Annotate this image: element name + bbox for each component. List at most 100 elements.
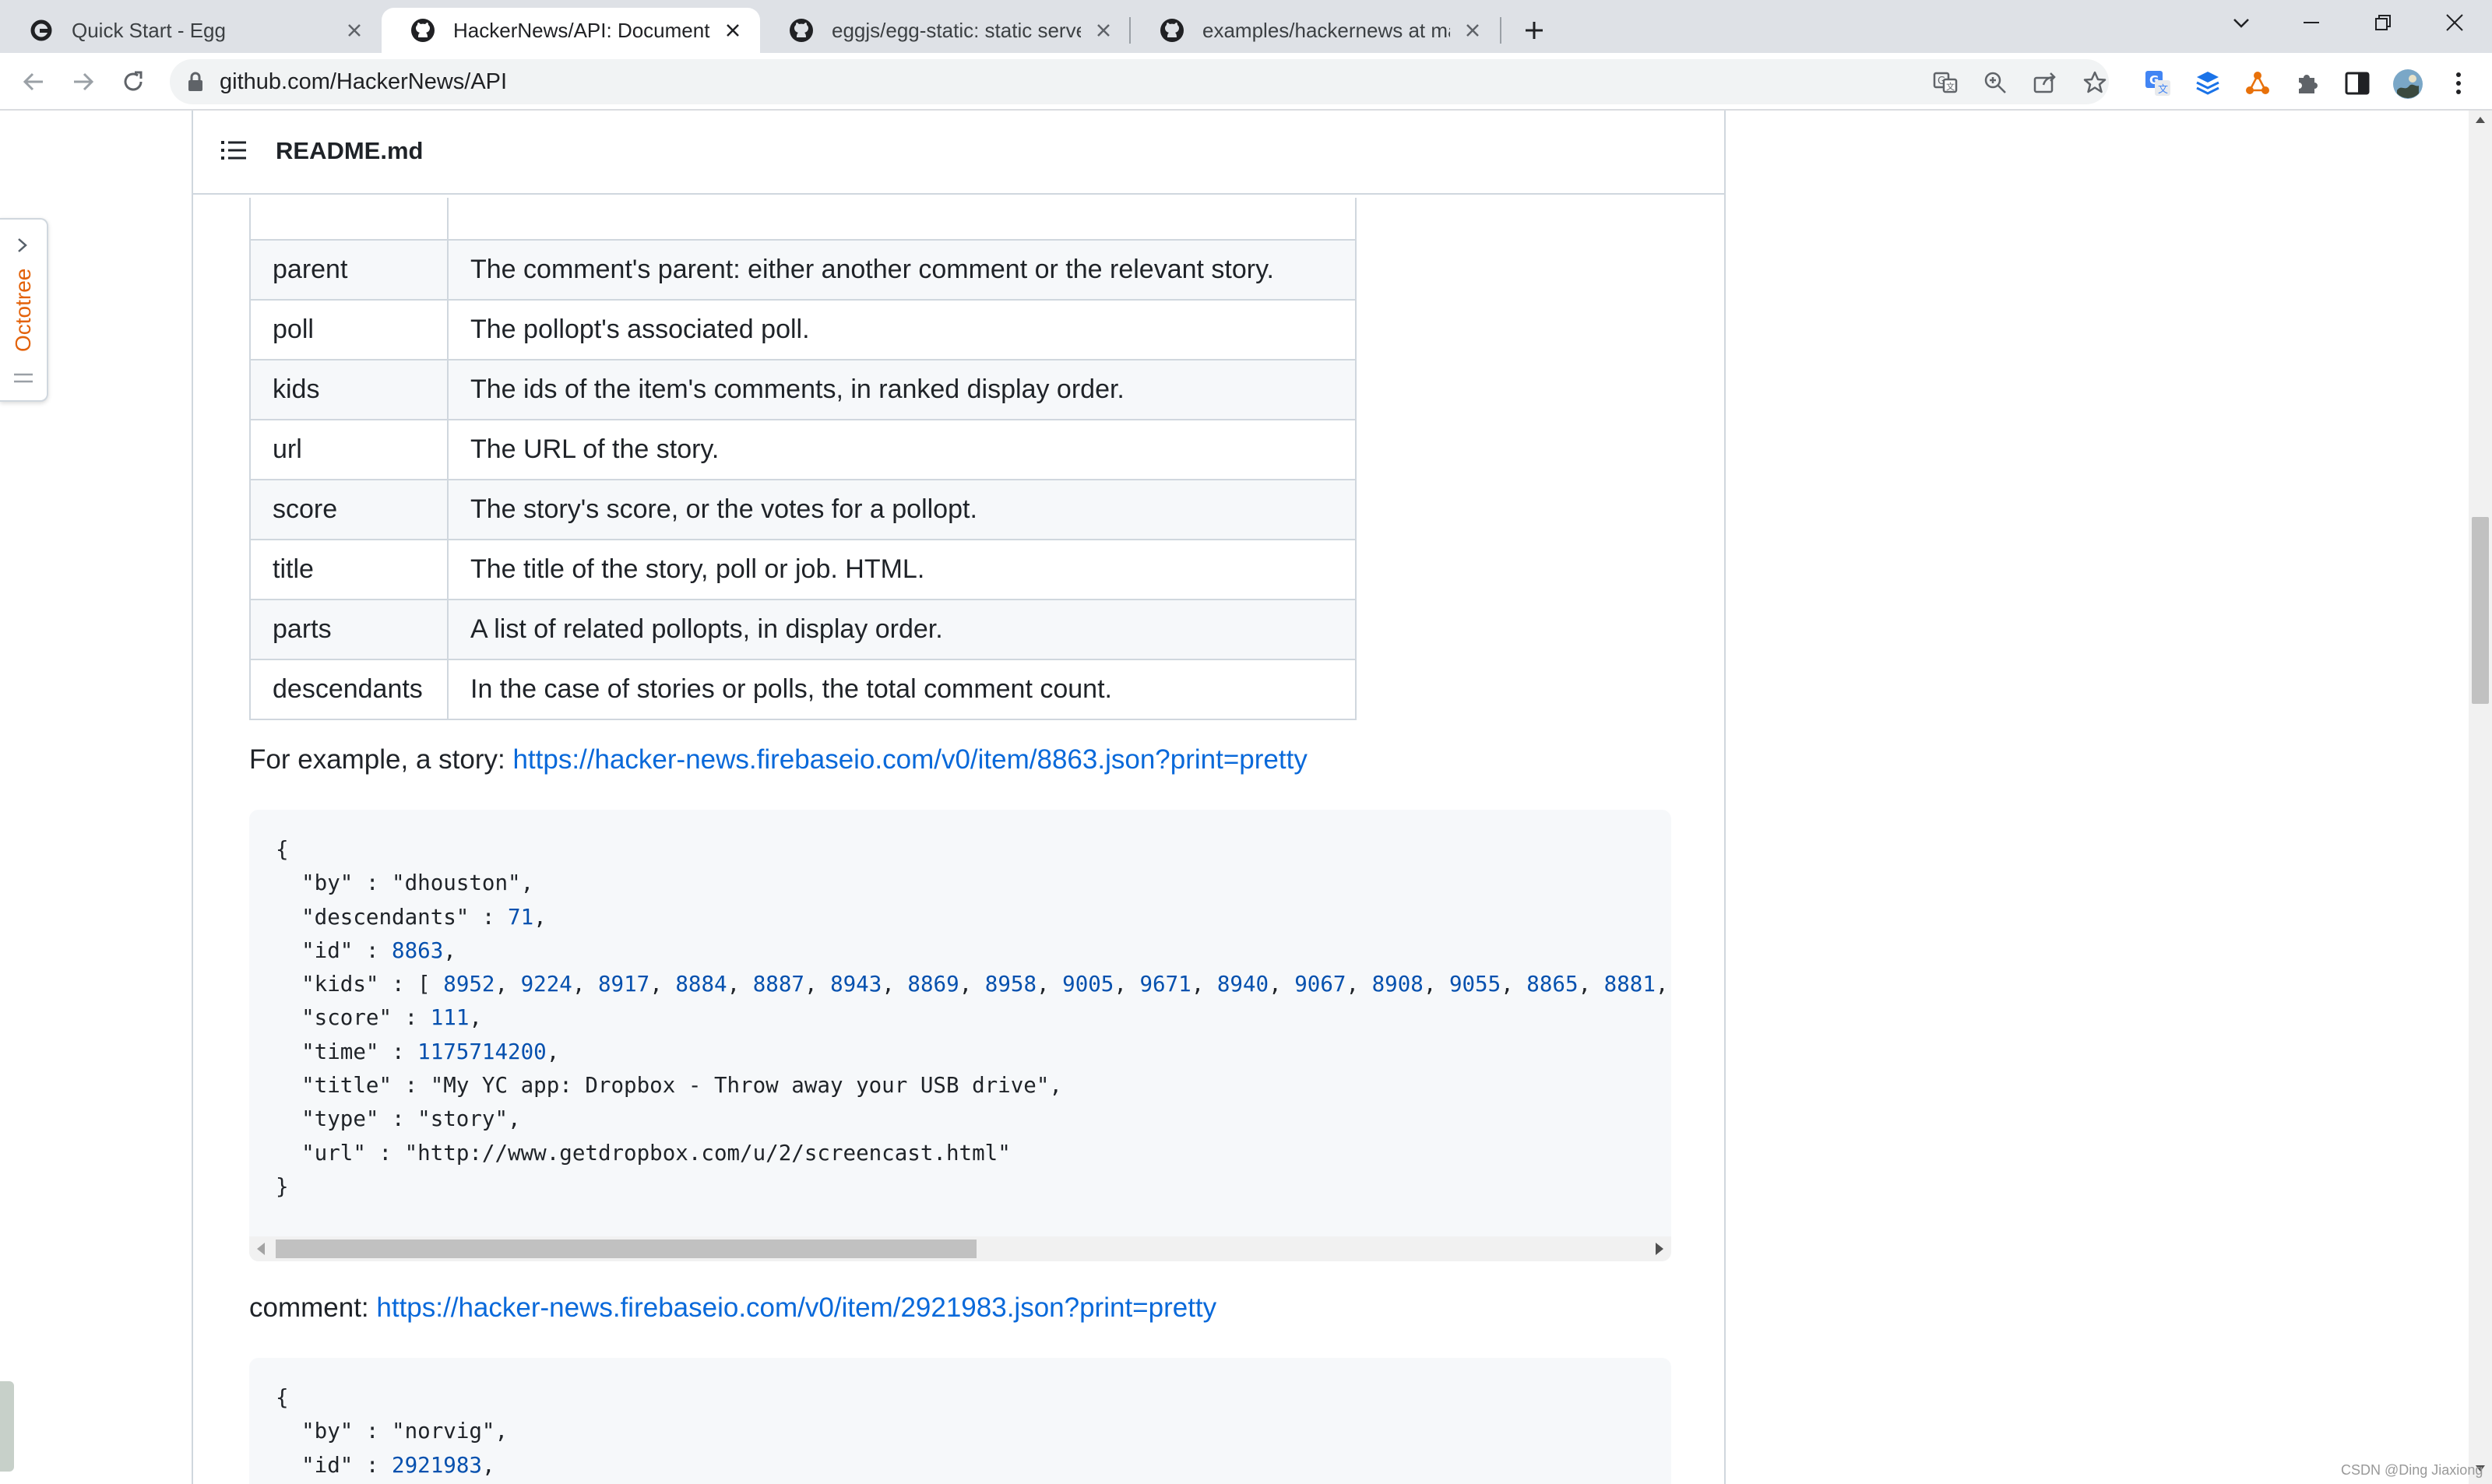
zoom-icon[interactable] bbox=[1981, 69, 2009, 97]
tab-quick-start-egg[interactable]: Quick Start - Egg bbox=[0, 8, 382, 53]
scroll-up-arrow-icon[interactable] bbox=[2476, 117, 2485, 123]
code-line: "score" : 111, bbox=[301, 1005, 482, 1031]
field-name: score bbox=[249, 479, 449, 540]
tab-examples-hackernews[interactable]: examples/hackernews at master bbox=[1131, 8, 1500, 53]
field-name: parent bbox=[249, 239, 449, 301]
share-icon[interactable] bbox=[2031, 69, 2059, 97]
more-menu-icon[interactable] bbox=[2444, 69, 2473, 98]
table-row: url The URL of the story. bbox=[249, 419, 1357, 480]
reload-button[interactable] bbox=[115, 64, 151, 100]
item-fields-table: parent The comment's parent: either anot… bbox=[249, 198, 1357, 720]
tab-egg-static[interactable]: eggjs/egg-static: static server bbox=[760, 8, 1131, 53]
minimize-button[interactable] bbox=[2277, 0, 2346, 45]
field-description: The story's score, or the votes for a po… bbox=[447, 479, 1357, 540]
network-extension-icon[interactable] bbox=[2243, 69, 2272, 98]
scroll-right-arrow-icon[interactable] bbox=[1656, 1243, 1663, 1255]
avatar[interactable] bbox=[2392, 69, 2423, 100]
google-translate-extension-icon[interactable]: G文 bbox=[2143, 69, 2173, 98]
github-icon bbox=[788, 17, 815, 44]
table-row: poll The pollopt's associated poll. bbox=[249, 299, 1357, 360]
story-json-code: { "by" : "dhouston", "descendants" : 71,… bbox=[249, 810, 1671, 1227]
puzzle-extensions-icon[interactable] bbox=[2293, 69, 2322, 98]
field-name: title bbox=[249, 539, 449, 600]
forward-button[interactable] bbox=[65, 64, 101, 100]
comment-json-code: { "by" : "norvig", "id" : 2921983, bbox=[249, 1358, 1671, 1484]
octotree-label: Octotree bbox=[11, 268, 35, 352]
bookmark-star-icon[interactable] bbox=[2081, 69, 2109, 97]
field-description: The title of the story, poll or job. HTM… bbox=[447, 539, 1357, 600]
readme-container: README.md parent The comment's parent: e… bbox=[192, 111, 1726, 1484]
field-description: The ids of the item's comments, in ranke… bbox=[447, 359, 1357, 420]
tab-title: examples/hackernews at master bbox=[1202, 18, 1450, 42]
comment-example-prefix: comment: bbox=[249, 1292, 377, 1323]
watermark: CSDN @Ding Jiaxiong bbox=[2341, 1462, 2483, 1478]
scrollbar-thumb[interactable] bbox=[276, 1240, 977, 1258]
drag-handle-icon[interactable] bbox=[14, 372, 33, 389]
comment-json-code-block: { "by" : "norvig", "id" : 2921983, bbox=[249, 1358, 1671, 1484]
scrollbar-thumb[interactable] bbox=[2472, 517, 2489, 704]
tab-hackernews-api[interactable]: HackerNews/API: Documentation bbox=[382, 8, 760, 53]
github-icon bbox=[410, 17, 436, 44]
address-bar[interactable]: github.com/HackerNews/API G文 bbox=[170, 59, 2109, 104]
field-name: url bbox=[249, 419, 449, 480]
code-line: { bbox=[276, 1385, 289, 1410]
table-row: kids The ids of the item's comments, in … bbox=[249, 359, 1357, 420]
readme-filename: README.md bbox=[276, 137, 424, 164]
table-row: descendants In the case of stories or po… bbox=[249, 659, 1357, 720]
lock-icon[interactable] bbox=[187, 72, 204, 96]
close-icon[interactable] bbox=[343, 19, 366, 42]
code-line: "id" : 2921983, bbox=[301, 1452, 495, 1478]
egg-icon bbox=[28, 17, 55, 44]
code-line: "time" : 1175714200, bbox=[301, 1039, 560, 1064]
translate-icon[interactable]: G文 bbox=[1931, 69, 1959, 97]
restore-button[interactable] bbox=[2349, 0, 2417, 45]
table-row: parts A list of related pollopts, in dis… bbox=[249, 599, 1357, 660]
scroll-left-arrow-icon[interactable] bbox=[257, 1243, 265, 1255]
table-cell bbox=[447, 198, 1357, 241]
story-example-paragraph: For example, a story: https://hacker-new… bbox=[249, 744, 1308, 775]
url-text: github.com/HackerNews/API bbox=[220, 69, 508, 94]
code-line: "url" : "http://www.getdropbox.com/u/2/s… bbox=[301, 1140, 1011, 1166]
vertical-scrollbar[interactable] bbox=[2469, 111, 2492, 1484]
code-line: "type" : "story", bbox=[301, 1106, 521, 1132]
table-row: score The story's score, or the votes fo… bbox=[249, 479, 1357, 540]
story-example-link[interactable]: https://hacker-news.firebaseio.com/v0/it… bbox=[512, 744, 1307, 775]
side-widget-handle[interactable] bbox=[0, 1381, 14, 1472]
comment-example-paragraph: comment: https://hacker-news.firebaseio.… bbox=[249, 1292, 1216, 1324]
tab-title: eggjs/egg-static: static server bbox=[832, 18, 1081, 42]
code-line: "id" : 8863, bbox=[301, 937, 456, 963]
readme-header: README.md bbox=[193, 111, 1724, 195]
outline-list-icon[interactable] bbox=[221, 139, 248, 166]
close-icon[interactable] bbox=[721, 19, 744, 42]
field-description: The comment's parent: either another com… bbox=[447, 239, 1357, 301]
back-button[interactable] bbox=[16, 64, 51, 100]
new-tab-button[interactable] bbox=[1503, 8, 1565, 53]
layers-extension-icon[interactable] bbox=[2193, 69, 2223, 98]
table-row: title The title of the story, poll or jo… bbox=[249, 539, 1357, 600]
table-row: parent The comment's parent: either anot… bbox=[249, 239, 1357, 301]
field-name: poll bbox=[249, 299, 449, 360]
tab-title: Quick Start - Egg bbox=[72, 18, 226, 42]
code-line: "descendants" : 71, bbox=[301, 904, 547, 930]
github-icon bbox=[1159, 17, 1185, 44]
comment-example-link[interactable]: https://hacker-news.firebaseio.com/v0/it… bbox=[376, 1292, 1216, 1323]
side-panel-icon[interactable] bbox=[2342, 69, 2372, 98]
tab-search-button[interactable] bbox=[2207, 0, 2276, 45]
tab-strip: Quick Start - Egg HackerNews/API: Docume… bbox=[0, 0, 2492, 53]
svg-text:文: 文 bbox=[2158, 84, 2168, 96]
table-row bbox=[249, 198, 1357, 241]
tab-separator bbox=[1500, 17, 1501, 44]
horizontal-scrollbar[interactable] bbox=[249, 1236, 1671, 1261]
code-line: "kids" : [ 8952, 9224, 8917, 8884, 8887,… bbox=[301, 972, 1669, 997]
close-icon[interactable] bbox=[1092, 19, 1115, 42]
field-name: kids bbox=[249, 359, 449, 420]
code-line: } bbox=[276, 1173, 289, 1199]
close-window-button[interactable] bbox=[2420, 0, 2489, 45]
code-line: "by" : "dhouston", bbox=[301, 870, 534, 896]
close-icon[interactable] bbox=[1461, 19, 1484, 42]
code-line: "by" : "norvig", bbox=[301, 1419, 509, 1444]
octotree-sidebar-toggle[interactable]: Octotree bbox=[0, 218, 48, 402]
code-line: "title" : "My YC app: Dropbox - Throw aw… bbox=[301, 1073, 1062, 1099]
table-cell bbox=[249, 198, 449, 241]
browser-toolbar: github.com/HackerNews/API G文 G文 bbox=[0, 53, 2492, 111]
